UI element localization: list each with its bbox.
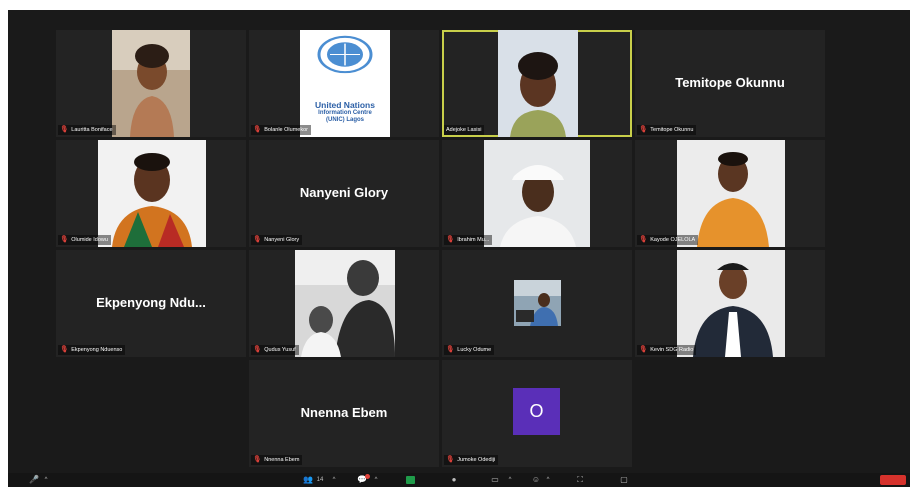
participant-label: 🎙 Ibrahim Mu... [444, 235, 493, 245]
mic-muted-icon: 🎙 [60, 236, 69, 243]
chat-notification-badge [365, 474, 370, 479]
apps-icon[interactable]: ⛶ [574, 475, 586, 485]
participant-label: 🎙 Nnenna Ebem [251, 455, 303, 465]
video-feed [484, 140, 590, 247]
participant-label: 🎙 Ekpenyong Nduenso [58, 345, 126, 355]
un-logo: United Nations Information Centre (UNIC)… [300, 30, 390, 137]
mic-muted-icon: 🎙 [253, 126, 262, 133]
whiteboard-icon[interactable]: ▢ [618, 475, 630, 485]
video-feed [677, 140, 785, 247]
reactions-icon[interactable]: ☺ [530, 475, 542, 485]
chevron-up-icon[interactable]: ^ [42, 475, 50, 485]
mic-muted-icon: 🎙 [253, 346, 262, 353]
participant-label: 🎙 Olumide Idowu [58, 235, 111, 245]
participant-name: Nnenna Ebem [300, 404, 388, 420]
mic-muted-icon: 🎙 [639, 236, 648, 243]
participant-label: 🎙 Kevin SDG Radio [637, 345, 697, 355]
participant-tile-kevin-sdg-radio[interactable]: 🎙 Kevin SDG Radio [635, 250, 825, 357]
participant-tile-adejoke-lasisi[interactable]: Adejoke Lasisi [442, 30, 632, 137]
participant-tile-temitope-okunnu[interactable]: Temitope Okunnu 🎙 Temitope Okunnu [635, 30, 825, 137]
mic-muted-icon: 🎙 [639, 126, 648, 133]
record-icon[interactable]: ● [448, 475, 460, 485]
participant-label: 🎙 Qudus Yusuf [251, 345, 299, 355]
participant-label: 🎙 Lucky Odume [444, 345, 495, 355]
mic-muted-icon: 🎙 [446, 346, 455, 353]
participant-label: 🎙 Lauritta Boniface [58, 125, 116, 135]
participant-label: 🎙 Jumoke Odediji [444, 455, 499, 465]
participant-tile-jumoke-odediji[interactable]: O 🎙 Jumoke Odediji [442, 360, 632, 467]
mic-muted-icon: 🎙 [60, 346, 69, 353]
video-feed [112, 30, 190, 137]
participant-label: 🎙 Temitope Okunnu [637, 125, 697, 135]
participant-tile-olumide-idowu[interactable]: 🎙 Olumide Idowu [56, 140, 246, 247]
avatar: O [513, 388, 560, 435]
participant-label: 🎙 Kayode OJELOLA [637, 235, 699, 245]
participants-icon[interactable]: 👥 [302, 475, 314, 485]
participant-tile-ekpenyong-nduenso[interactable]: Ekpenyong Ndu... 🎙 Ekpenyong Nduenso [56, 250, 246, 357]
mic-muted-icon: 🎙 [446, 456, 455, 463]
end-button[interactable] [880, 475, 906, 485]
video-feed [98, 140, 206, 247]
meeting-toolbar: 🎤 ^ 👥 14 ^ 💬 ^ ● ▭ ^ ☺ ^ ⛶ ▢ [8, 473, 910, 487]
chevron-up-icon[interactable]: ^ [372, 475, 380, 485]
mic-muted-icon: 🎙 [253, 456, 262, 463]
video-feed [295, 250, 395, 357]
participant-tile-nnenna-ebem[interactable]: Nnenna Ebem 🎙 Nnenna Ebem [249, 360, 439, 467]
participant-tile-bolanle-olumekor[interactable]: United Nations Information Centre (UNIC)… [249, 30, 439, 137]
mic-muted-icon: 🎙 [446, 236, 455, 243]
mute-icon[interactable]: 🎤 [28, 475, 40, 485]
participant-label: Adejoke Lasisi [444, 125, 485, 135]
meeting-window: 🎙 Lauritta Boniface United Nations Infor… [8, 10, 910, 487]
mic-muted-icon: 🎙 [60, 126, 69, 133]
participant-label: 🎙 Bolanle Olumekor [251, 125, 311, 135]
video-feed [514, 280, 561, 326]
mic-muted-icon: 🎙 [253, 236, 262, 243]
video-feed [677, 250, 785, 357]
participant-label: 🎙 Nanyeni Glory [251, 235, 303, 245]
chevron-up-icon[interactable]: ^ [506, 475, 514, 485]
share-screen-icon[interactable] [406, 476, 415, 484]
participant-name: Temitope Okunnu [675, 74, 785, 90]
participant-tile-kayode-ojelola[interactable]: 🎙 Kayode OJELOLA [635, 140, 825, 247]
chevron-up-icon[interactable]: ^ [330, 475, 338, 485]
participant-tile-lauritta-boniface[interactable]: 🎙 Lauritta Boniface [56, 30, 246, 137]
mic-muted-icon: 🎙 [639, 346, 648, 353]
video-feed [498, 30, 578, 137]
participant-tile-lucky-odume[interactable]: 🎙 Lucky Odume [442, 250, 632, 357]
chevron-up-icon[interactable]: ^ [544, 475, 552, 485]
participant-tile-ibrahim-mu[interactable]: 🎙 Ibrahim Mu... [442, 140, 632, 247]
closed-caption-icon[interactable]: ▭ [488, 475, 502, 485]
participants-count: 14 [316, 477, 324, 483]
participant-name: Ekpenyong Ndu... [96, 294, 206, 310]
participant-name: Nanyeni Glory [299, 184, 389, 200]
participant-tile-nanyeni-glory[interactable]: Nanyeni Glory 🎙 Nanyeni Glory [249, 140, 439, 247]
participant-tile-qudus-yusuf[interactable]: 🎙 Qudus Yusuf [249, 250, 439, 357]
